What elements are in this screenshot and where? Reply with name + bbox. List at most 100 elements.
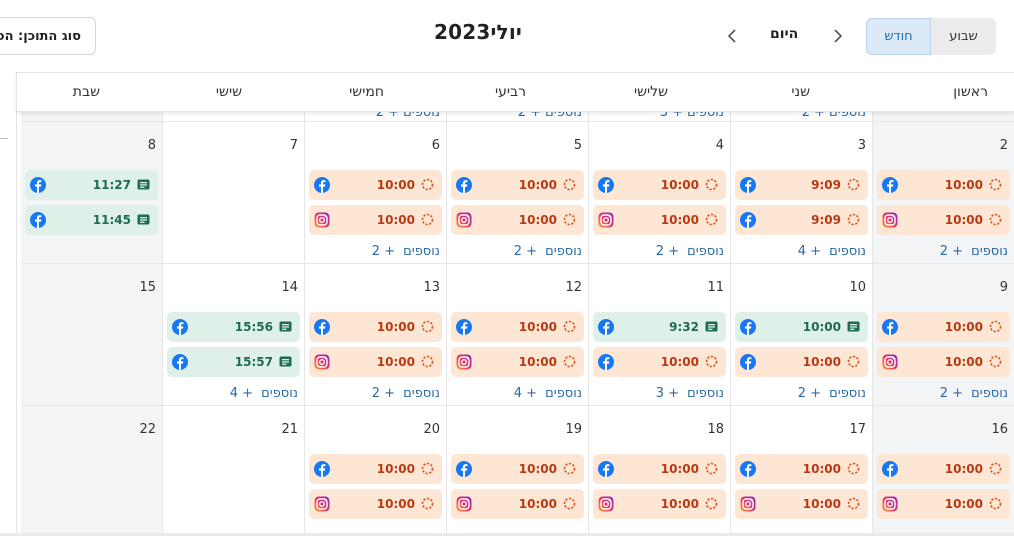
day-cell[interactable]: 12 10:00 10:00 נוספים + 4 [447,264,589,406]
calendar-post-chip[interactable]: 9:32 [593,312,726,342]
more-events-count: + 2 [655,244,680,259]
day-cell[interactable]: 4 10:00 10:00 נוספים + 2 [589,122,731,264]
calendar-post-chip[interactable]: 10:00 [877,205,1010,235]
post-time: 9:32 [669,320,699,334]
calendar-post-chip[interactable]: 10:00 [877,454,1010,484]
day-cell[interactable]: 11 9:32 10:00 נוספים + 3 [589,264,731,406]
more-events-link[interactable]: נוספים + 2 [940,386,1008,401]
more-events-count: + 3 [659,112,684,120]
post-time: 9:09 [811,178,841,192]
more-events-count: + 4 [513,386,538,401]
more-events-link[interactable]: נוספים + 2 [802,112,866,120]
day-cell[interactable]: 20 10:00 10:00 [305,406,447,536]
calendar-post-chip[interactable]: 10:00 [735,489,868,519]
calendar-post-chip[interactable]: 10:00 [877,347,1010,377]
calendar-post-chip[interactable]: 11:27 [25,170,158,200]
more-events-link[interactable]: נוספים + 2 [514,244,582,259]
day-cell[interactable]: 19 10:00 10:00 [447,406,589,536]
calendar-post-chip[interactable]: 11:45 [25,205,158,235]
calendar-post-chip[interactable]: 10:00 [309,170,442,200]
calendar-post-chip[interactable]: 15:57 [167,347,300,377]
calendar-post-chip[interactable]: 10:00 [877,312,1010,342]
calendar-post-chip[interactable]: 10:00 [735,347,868,377]
calendar-post-chip[interactable]: 10:00 [877,170,1010,200]
facebook-icon [740,212,756,228]
day-cell[interactable]: 14 15:56 15:57 נוספים + 4 [163,264,305,406]
calendar-post-chip[interactable]: 10:00 [593,347,726,377]
weekday-header: ראשון [953,84,988,100]
next-month-button[interactable] [724,24,740,48]
calendar-post-chip[interactable]: 10:00 [735,312,868,342]
day-cell[interactable]: 10 10:00 10:00 נוספים + 2 [731,264,873,406]
day-cell[interactable]: 21 [163,406,305,536]
more-events-link[interactable]: נוספים + 3 [656,386,724,401]
more-events-link[interactable]: נוספים + 2 [518,112,582,120]
calendar-post-chip[interactable]: 10:00 [593,170,726,200]
more-events-word: נוספים [687,386,724,401]
view-month-button[interactable]: חודש [866,18,931,55]
prev-month-button[interactable] [830,24,846,48]
calendar-post-chip[interactable]: 15:56 [167,312,300,342]
more-events-link[interactable]: נוספים + 4 [798,244,866,259]
calendar-post-chip[interactable]: 10:00 [593,489,726,519]
calendar-post-chip[interactable]: 10:00 [309,489,442,519]
today-button[interactable]: היום [770,26,798,42]
more-events-link[interactable]: נוספים + 2 [798,386,866,401]
day-cell[interactable]: 13 10:00 10:00 נוספים + 2 [305,264,447,406]
facebook-icon [314,461,330,477]
more-events-link[interactable]: נוספים + 2 [372,386,440,401]
instagram-icon [456,212,472,228]
day-cell[interactable]: 9 10:00 10:00 נוספים + 2 [873,264,1014,406]
calendar-post-chip[interactable]: 10:00 [451,170,584,200]
day-cell[interactable]: 5 10:00 10:00 נוספים + 2 [447,122,589,264]
pending-spinner-icon [563,497,576,510]
calendar-post-chip[interactable]: 10:00 [451,489,584,519]
day-cell[interactable]: 6 10:00 10:00 נוספים + 2 [305,122,447,264]
calendar-post-chip[interactable]: 10:00 [451,205,584,235]
more-events-link[interactable]: נוספים + 2 [940,244,1008,259]
day-cell[interactable]: 17 10:00 10:00 [731,406,873,536]
calendar-post-chip[interactable]: 10:00 [309,454,442,484]
calendar-post-chip[interactable]: 9:09 [735,170,868,200]
more-events-link[interactable]: נוספים + 4 [230,386,298,401]
calendar-post-chip[interactable]: 10:00 [877,489,1010,519]
content-type-filter-button[interactable]: סוג התוכן: הכ [0,17,96,55]
day-cell[interactable]: 2 10:00 10:00 נוספים + 2 [873,122,1014,264]
calendar-post-chip[interactable]: 10:00 [735,454,868,484]
facebook-icon [598,354,614,370]
calendar-post-chip[interactable]: 10:00 [451,312,584,342]
view-week-button[interactable]: שבוע [931,18,996,55]
day-cell[interactable]: 15 [21,264,163,406]
more-events-word: נוספים [971,386,1008,401]
calendar-post-chip[interactable]: 10:00 [309,347,442,377]
day-cell[interactable]: 3 9:09 9:09 נוספים + 4 [731,122,873,264]
more-events-count: + 2 [517,112,542,120]
more-events-link[interactable]: נוספים + 2 [372,244,440,259]
day-number: 5 [573,138,582,153]
instagram-icon [456,496,472,512]
pending-spinner-icon [705,213,718,226]
day-cell[interactable]: 8 11:27 11:45 [21,122,163,264]
day-cell[interactable]: 22 [21,406,163,536]
calendar-post-chip[interactable]: 10:00 [593,205,726,235]
more-events-link[interactable]: נוספים + 2 [376,112,440,120]
more-events-link[interactable]: נוספים + 3 [660,112,724,120]
calendar-post-chip[interactable]: 10:00 [309,312,442,342]
calendar-post-chip[interactable]: 10:00 [451,347,584,377]
post-time: 10:00 [802,462,841,476]
calendar-post-chip[interactable]: 10:00 [593,454,726,484]
calendar-post-chip[interactable]: 9:09 [735,205,868,235]
day-cell[interactable]: 18 10:00 10:00 [589,406,731,536]
pending-spinner-icon [989,320,1002,333]
day-number: 8 [147,138,156,153]
more-events-link[interactable]: נוספים + 2 [656,244,724,259]
post-time: 10:00 [660,178,699,192]
day-number: 17 [849,422,866,437]
month-title-year: 2023 [434,20,491,44]
calendar-post-chip[interactable]: 10:00 [309,205,442,235]
more-events-link[interactable]: נוספים + 4 [514,386,582,401]
day-cell[interactable]: 7 [163,122,305,264]
weekday-header: שני [791,84,810,100]
calendar-post-chip[interactable]: 10:00 [451,454,584,484]
day-cell[interactable]: 16 10:00 10:00 [873,406,1014,536]
